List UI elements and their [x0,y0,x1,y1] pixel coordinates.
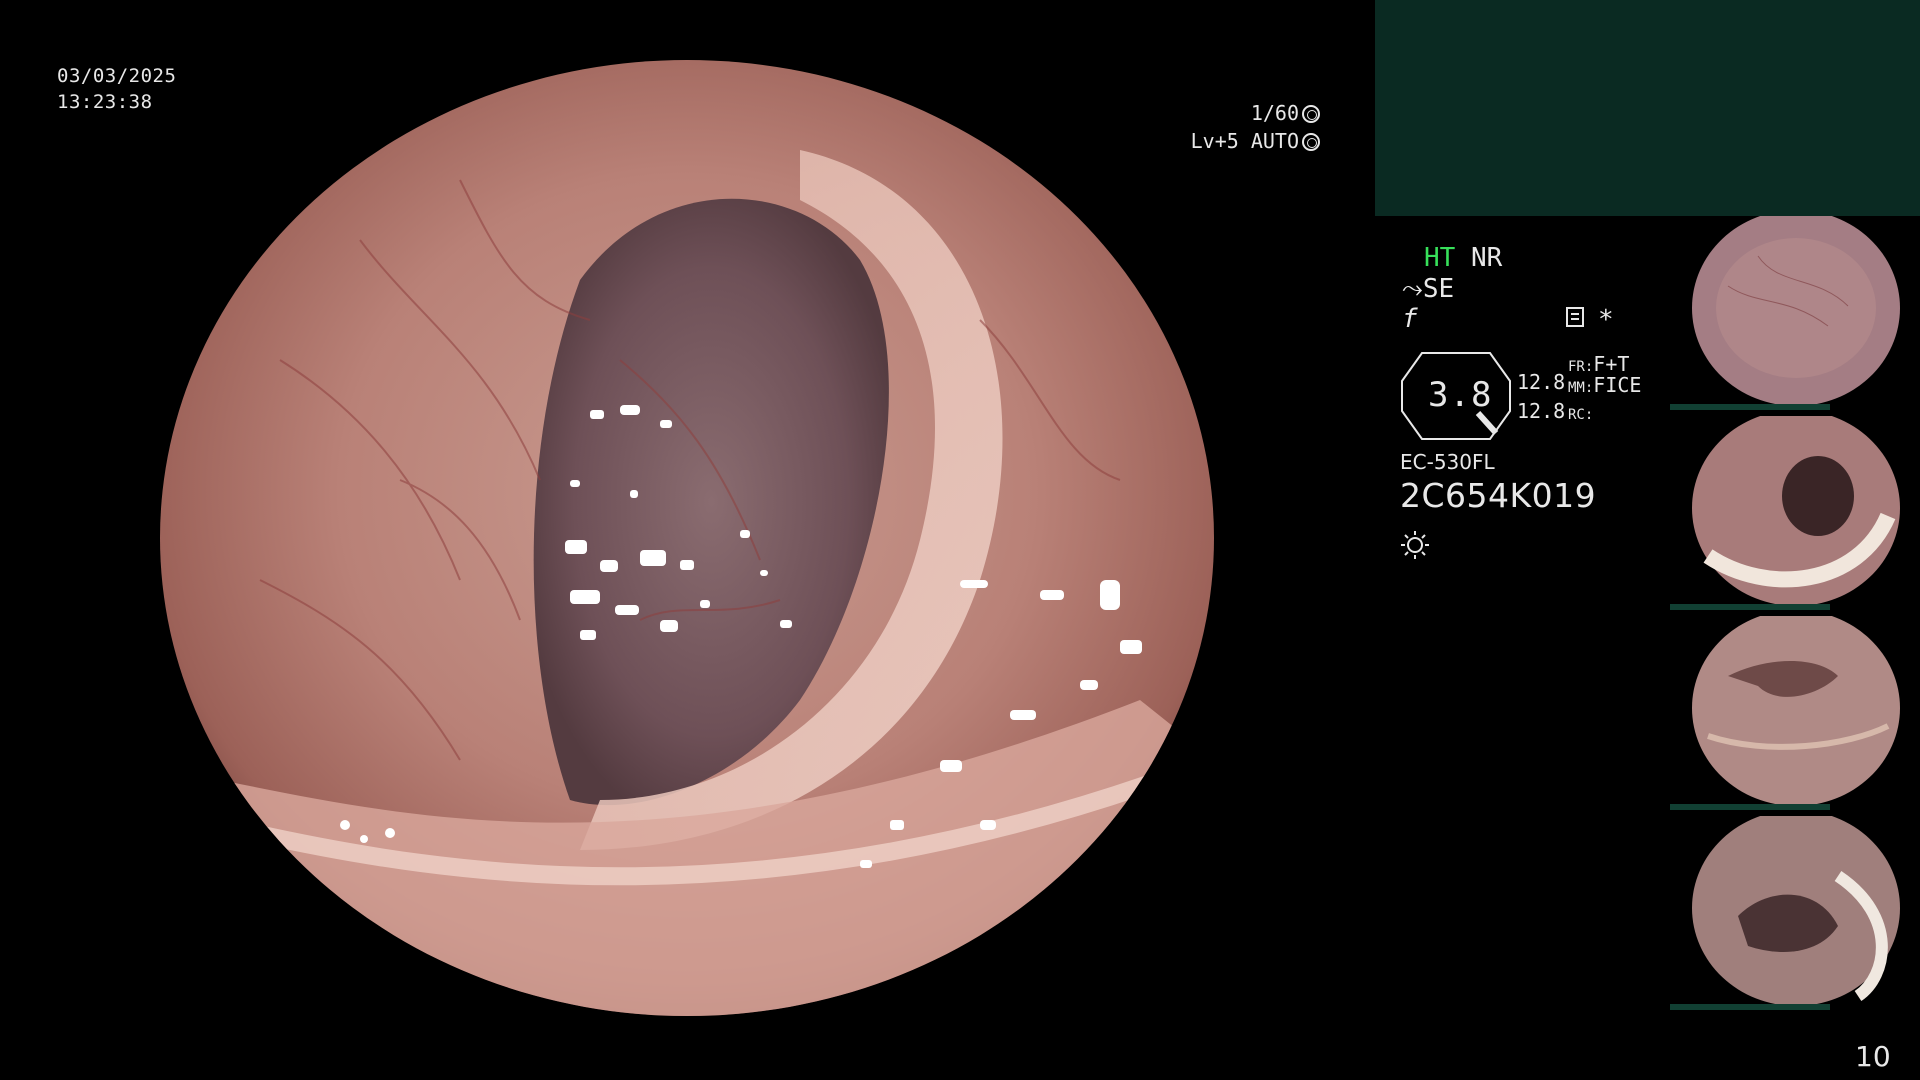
value-2: 12.8 [1517,399,1566,423]
thumbnail-bar [1670,404,1830,410]
scope-hook-icon: ⤳ [1402,274,1423,304]
shutter-overlay: 1/60 Lv+5 AUTO [1180,99,1320,155]
thumbnail-1[interactable] [1668,210,1920,412]
time-text: 13:23:38 [57,91,153,113]
scope-serial: 2C654K019 [1400,476,1597,515]
thumbnail-image [1692,810,1900,1006]
level-row: Lv+5 AUTO [1180,127,1320,155]
main-value: 3.8 [1428,375,1493,415]
mm-value: FICE [1593,373,1642,397]
se-indicator: ⤳SE [1402,274,1454,305]
thumbnail-2[interactable] [1668,410,1920,612]
thumbnail-bar [1670,804,1830,810]
rc-row: RC: [1568,400,1593,424]
mm-row: MM:FICE [1568,373,1641,397]
settings-icon [1566,307,1584,327]
thumbnail-image [1692,410,1900,606]
star-indicator: * [1598,305,1614,335]
thumbnail-bar [1670,1004,1830,1010]
f-indicator: f [1402,304,1418,334]
shutter-row: 1/60 [1180,99,1320,127]
date-text: 03/03/2025 [57,65,177,87]
scope-model: EC-530FL [1400,450,1495,474]
nr-label: NR [1470,243,1503,273]
ht-label: HT [1424,243,1456,273]
light-source-icon [1401,531,1429,559]
mm-label: MM: [1568,380,1594,396]
se-label: SE [1422,274,1455,304]
iris-icon [1302,105,1320,123]
page-number: 10 [1855,1040,1891,1073]
thumbnail-bar [1670,604,1830,610]
endoscope-view [160,60,1214,1016]
ht-nr-indicator: HT NR [1424,243,1502,273]
shutter-text: 1/60 [1250,101,1299,125]
thumbnail-3[interactable] [1668,610,1920,812]
value-1: 12.8 [1517,370,1566,394]
info-panel-header [1375,0,1920,216]
rc-label: RC: [1568,407,1594,423]
auto-mode-icon [1302,133,1320,151]
thumbnail-4[interactable] [1668,810,1920,1012]
thumbnail-image [1692,210,1900,406]
mode-text: AUTO [1250,129,1299,153]
thumbnail-image [1692,610,1900,806]
thumbnail-column [1668,210,1920,1016]
level-text: Lv+5 [1190,129,1239,153]
datetime-overlay: 03/03/2025 13:23:38 [57,63,176,115]
